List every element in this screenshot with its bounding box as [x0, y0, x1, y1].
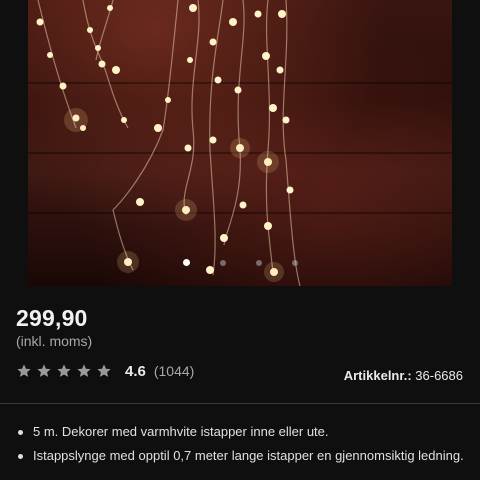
star-icon [37, 364, 51, 377]
feature-list: 5 m. Dekorer med varmhvite istapper inne… [16, 423, 466, 471]
article-number-value: 36-6686 [415, 368, 463, 383]
star-icon [17, 364, 31, 377]
carousel-dot[interactable] [219, 259, 226, 266]
review-count[interactable]: (1044) [154, 363, 194, 379]
vat-note: (inkl. moms) [16, 333, 93, 349]
carousel-indicator [28, 254, 452, 267]
star-icon [57, 364, 71, 377]
feature-item: Istappslynge med opptil 0,7 meter lange … [16, 447, 466, 464]
carousel-dot-active[interactable] [182, 259, 190, 267]
star-icon [77, 364, 91, 377]
product-rating[interactable]: 4.6 (1044) [16, 362, 194, 380]
carousel-dot[interactable] [291, 259, 298, 266]
carousel-dot[interactable] [255, 259, 262, 266]
product-price: 299,90 [16, 305, 88, 331]
rating-value: 4.6 [125, 362, 146, 380]
article-number: Artikkelnr.: 36-6686 [344, 368, 463, 383]
star-icon [97, 364, 111, 377]
article-number-label: Artikkelnr.: [343, 368, 412, 383]
feature-item: 5 m. Dekorer med varmhvite istapper inne… [16, 423, 466, 440]
divider [0, 403, 480, 404]
product-photo [36, 0, 301, 286]
product-image-gallery[interactable] [28, 0, 452, 286]
